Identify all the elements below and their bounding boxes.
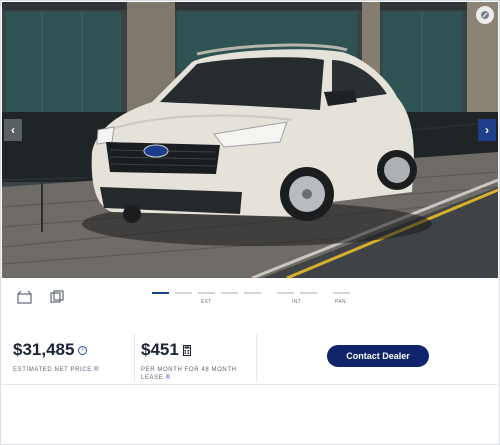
gallery-dot[interactable]	[300, 292, 317, 294]
divider	[256, 334, 257, 382]
info-icon[interactable]: i	[78, 345, 88, 355]
lease-price-block: $451 PER MONTH FOR 48 MONTH LEASE ®	[141, 340, 237, 382]
lease-caption-line1: PER MONTH FOR 48 MONTH	[141, 367, 237, 373]
calculator-icon[interactable]	[182, 344, 191, 356]
car-view-icon[interactable]	[16, 290, 34, 306]
gallery-dot[interactable]	[244, 292, 261, 294]
gallery-dot[interactable]	[175, 292, 192, 294]
section-divider	[2, 384, 498, 385]
net-price-caption: ESTIMATED NET PRICE ®	[13, 366, 99, 374]
view-toggle-group	[16, 290, 66, 306]
chevron-right-icon[interactable]: ›	[478, 119, 496, 141]
chevron-left-icon[interactable]: ‹	[4, 119, 22, 141]
gallery-dot[interactable]	[333, 292, 350, 294]
expand-icon[interactable]	[476, 6, 494, 24]
seat-view-icon[interactable]	[48, 290, 66, 306]
net-price-caption-text: ESTIMATED NET PRICE	[13, 367, 92, 373]
lease-caption: PER MONTH FOR 48 MONTH LEASE ®	[141, 366, 237, 382]
view-label-pan[interactable]: PAN	[335, 299, 346, 305]
disclaimer-mark-icon[interactable]: ®	[166, 375, 171, 381]
gallery-dot[interactable]	[152, 292, 169, 294]
lease-price-value: $451	[141, 340, 179, 359]
divider	[134, 334, 135, 382]
vehicle-image[interactable]: ‹ ›	[2, 2, 498, 278]
net-price: $31,485 i	[13, 340, 99, 360]
gallery-indicator: EXT INT PAN	[152, 292, 352, 309]
gallery-dot[interactable]	[277, 292, 294, 294]
gallery-dot[interactable]	[221, 292, 238, 294]
gallery-dot[interactable]	[198, 292, 215, 294]
disclaimer-mark-icon[interactable]: ®	[94, 367, 99, 373]
view-label-ext[interactable]: EXT	[201, 299, 212, 305]
lease-caption-line2: LEASE	[141, 375, 164, 381]
lease-price: $451	[141, 340, 237, 360]
net-price-value: $31,485	[13, 340, 75, 359]
contact-dealer-button[interactable]: Contact Dealer	[327, 345, 429, 367]
view-label-int[interactable]: INT	[292, 299, 301, 305]
net-price-block: $31,485 i ESTIMATED NET PRICE ®	[13, 340, 99, 374]
